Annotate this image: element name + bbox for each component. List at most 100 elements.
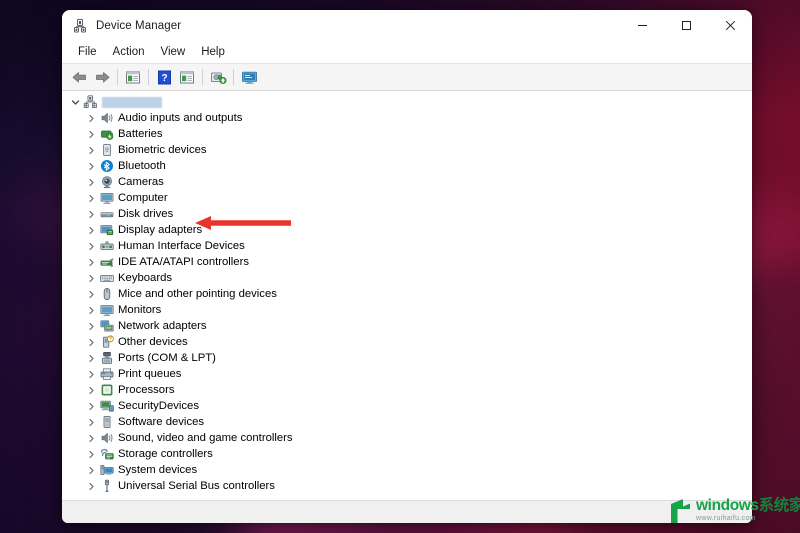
tree-item-sound-video-and-game-controllers[interactable]: Sound, video and game controllers xyxy=(62,430,752,446)
tree-item-label: Universal Serial Bus controllers xyxy=(118,480,275,492)
tree-item-label: System devices xyxy=(118,464,198,476)
tree-item-storage-controllers[interactable]: Storage controllers xyxy=(62,446,752,462)
forward-button[interactable] xyxy=(91,67,113,88)
help-button[interactable]: ? xyxy=(153,67,175,88)
minimize-button[interactable] xyxy=(620,10,664,41)
properties-button[interactable] xyxy=(122,67,144,88)
software-device-icon xyxy=(98,414,115,430)
maximize-button[interactable] xyxy=(664,10,708,41)
toolbar-separator xyxy=(233,69,234,85)
computer-node-icon xyxy=(82,94,99,110)
tree-item-keyboards[interactable]: Keyboards xyxy=(62,270,752,286)
device-tree[interactable]: Audio inputs and outputs Batteries Biome… xyxy=(62,91,752,500)
chevron-right-icon[interactable] xyxy=(84,286,98,302)
computer-icon xyxy=(98,190,115,206)
chevron-right-icon[interactable] xyxy=(84,478,98,494)
chevron-right-icon[interactable] xyxy=(84,158,98,174)
desktop-background: Device Manager File Action View Help ? A… xyxy=(0,0,800,533)
port-icon xyxy=(98,350,115,366)
chevron-right-icon[interactable] xyxy=(84,334,98,350)
chevron-right-icon[interactable] xyxy=(84,446,98,462)
chevron-right-icon[interactable] xyxy=(84,222,98,238)
tree-item-security-devices[interactable]: SecurityDevices xyxy=(62,398,752,414)
window-title: Device Manager xyxy=(96,19,182,32)
tree-item-system-devices[interactable]: System devices xyxy=(62,462,752,478)
usb-controller-icon xyxy=(98,478,115,494)
camera-icon xyxy=(98,174,115,190)
close-button[interactable] xyxy=(708,10,752,41)
tree-item-label: Human Interface Devices xyxy=(118,240,245,252)
tree-item-human-interface-devices[interactable]: Human Interface Devices xyxy=(62,238,752,254)
system-device-icon xyxy=(98,462,115,478)
disk-drive-icon xyxy=(98,206,115,222)
status-bar xyxy=(62,500,752,523)
tree-item-label: Computer xyxy=(118,192,168,204)
menu-view[interactable]: View xyxy=(153,44,194,60)
chevron-down-icon[interactable] xyxy=(68,94,82,110)
tree-item-software-devices[interactable]: Software devices xyxy=(62,414,752,430)
sound-controller-icon xyxy=(98,430,115,446)
bluetooth-icon xyxy=(98,158,115,174)
tree-item-audio-inputs-and-outputs[interactable]: Audio inputs and outputs xyxy=(62,110,752,126)
chevron-right-icon[interactable] xyxy=(84,366,98,382)
chevron-right-icon[interactable] xyxy=(84,462,98,478)
battery-icon xyxy=(98,126,115,142)
tree-item-label: Ports (COM & LPT) xyxy=(118,352,216,364)
tree-item-cameras[interactable]: Cameras xyxy=(62,174,752,190)
tree-item-display-adapters[interactable]: Display adapters xyxy=(62,222,752,238)
tree-item-label: Biometric devices xyxy=(118,144,207,156)
chevron-right-icon[interactable] xyxy=(84,190,98,206)
menu-help[interactable]: Help xyxy=(193,44,233,60)
chevron-right-icon[interactable] xyxy=(84,414,98,430)
tree-item-ide-ata-atapi-controllers[interactable]: IDE ATA/ATAPI controllers xyxy=(62,254,752,270)
chevron-right-icon[interactable] xyxy=(84,382,98,398)
tree-item-other-devices[interactable]: ? Other devices xyxy=(62,334,752,350)
tree-item-ports-com-and-lpt[interactable]: Ports (COM & LPT) xyxy=(62,350,752,366)
update-driver-button[interactable] xyxy=(176,67,198,88)
chevron-right-icon[interactable] xyxy=(84,238,98,254)
tree-item-mice-and-other-pointing-devices[interactable]: Mice and other pointing devices xyxy=(62,286,752,302)
printer-icon xyxy=(98,366,115,382)
tree-item-disk-drives[interactable]: Disk drives xyxy=(62,206,752,222)
chevron-right-icon[interactable] xyxy=(84,126,98,142)
tree-item-processors[interactable]: Processors xyxy=(62,382,752,398)
chevron-right-icon[interactable] xyxy=(84,398,98,414)
chevron-right-icon[interactable] xyxy=(84,350,98,366)
tree-item-label: Sound, video and game controllers xyxy=(118,432,293,444)
menu-file[interactable]: File xyxy=(70,44,105,60)
tree-item-universal-serial-bus-controllers[interactable]: Universal Serial Bus controllers xyxy=(62,478,752,494)
tree-item-batteries[interactable]: Batteries xyxy=(62,126,752,142)
mouse-icon xyxy=(98,286,115,302)
chevron-right-icon[interactable] xyxy=(84,174,98,190)
scan-hardware-button[interactable] xyxy=(207,67,229,88)
tree-item-label: Keyboards xyxy=(118,272,173,284)
tree-item-label: SecurityDevices xyxy=(118,400,199,412)
chevron-right-icon[interactable] xyxy=(84,430,98,446)
tree-item-bluetooth[interactable]: Bluetooth xyxy=(62,158,752,174)
tree-item-computer[interactable]: Computer xyxy=(62,190,752,206)
tree-item-print-queues[interactable]: Print queues xyxy=(62,366,752,382)
chevron-right-icon[interactable] xyxy=(84,110,98,126)
show-devices-button[interactable] xyxy=(238,67,260,88)
tree-item-label: Network adapters xyxy=(118,320,207,332)
back-button[interactable] xyxy=(68,67,90,88)
chevron-right-icon[interactable] xyxy=(84,254,98,270)
speaker-icon xyxy=(98,110,115,126)
menu-action[interactable]: Action xyxy=(105,44,153,60)
tree-item-monitors[interactable]: Monitors xyxy=(62,302,752,318)
chevron-right-icon[interactable] xyxy=(84,270,98,286)
tree-item-label: Mice and other pointing devices xyxy=(118,288,277,300)
chevron-right-icon[interactable] xyxy=(84,206,98,222)
toolbar: ? xyxy=(62,63,752,91)
tree-root-node[interactable] xyxy=(62,94,752,110)
processor-icon xyxy=(98,382,115,398)
menu-bar: File Action View Help xyxy=(62,41,752,63)
tree-item-biometric-devices[interactable]: Biometric devices xyxy=(62,142,752,158)
svg-text:?: ? xyxy=(161,73,167,84)
tree-item-network-adapters[interactable]: Network adapters xyxy=(62,318,752,334)
network-adapter-icon xyxy=(98,318,115,334)
chevron-right-icon[interactable] xyxy=(84,318,98,334)
chevron-right-icon[interactable] xyxy=(84,142,98,158)
title-bar: Device Manager xyxy=(62,10,752,41)
chevron-right-icon[interactable] xyxy=(84,302,98,318)
